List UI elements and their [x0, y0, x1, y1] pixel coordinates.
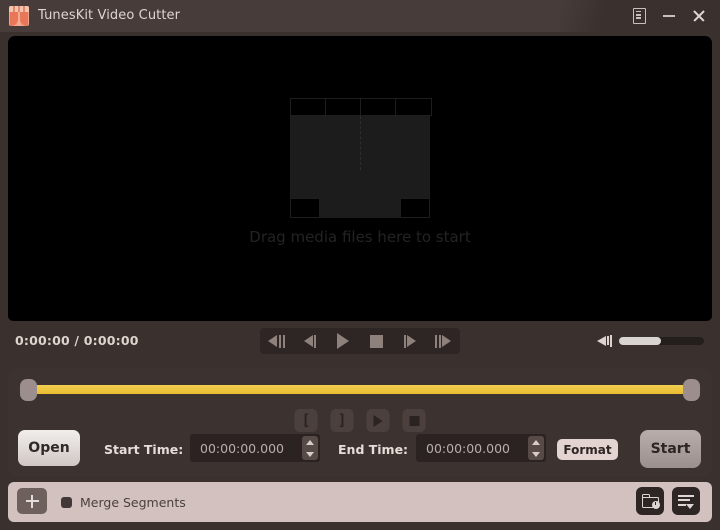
volume-control — [597, 321, 704, 360]
start-time-stepper[interactable] — [302, 436, 318, 460]
end-time-label: End Time: — [338, 442, 408, 457]
list-arrow-icon[interactable] — [672, 487, 700, 515]
drop-hint-text: Drag media files here to start — [8, 228, 712, 246]
start-button[interactable]: Start — [640, 430, 701, 468]
curtain-placeholder-icon — [290, 98, 430, 218]
trim-start-handle[interactable] — [20, 379, 37, 401]
timeline-track — [30, 385, 690, 394]
segment-bar: Merge Segments — [8, 482, 712, 522]
volume-icon[interactable] — [597, 334, 613, 348]
plus-icon — [26, 495, 39, 508]
merge-segments-label: Merge Segments — [80, 495, 186, 510]
stepper-down-icon[interactable] — [532, 452, 540, 457]
video-screen[interactable]: Drag media files here to start — [8, 36, 712, 321]
play-button[interactable] — [330, 330, 356, 352]
app-window: TunesKit Video Cutter Drag media files h… — [0, 0, 720, 530]
end-time-stepper[interactable] — [528, 436, 544, 460]
transport-bar: 0:00:00 / 0:00:00 — [8, 321, 712, 360]
step-forward-fast-button[interactable] — [430, 330, 456, 352]
trim-timeline[interactable] — [20, 379, 700, 401]
step-back-fast-button[interactable] — [264, 330, 290, 352]
format-button[interactable]: Format — [557, 439, 618, 460]
volume-slider[interactable] — [619, 337, 704, 345]
playback-controls — [260, 328, 460, 354]
step-back-button[interactable] — [297, 330, 323, 352]
merge-segments-checkbox[interactable] — [61, 497, 72, 508]
step-forward-button[interactable] — [397, 330, 423, 352]
close-icon[interactable] — [688, 0, 710, 32]
add-segment-button[interactable] — [17, 488, 47, 514]
window-title: TunesKit Video Cutter — [38, 0, 180, 32]
stepper-up-icon[interactable] — [532, 440, 540, 445]
stop-button[interactable] — [364, 330, 390, 352]
folder-clock-icon[interactable] — [636, 487, 664, 515]
time-display: 0:00:00 / 0:00:00 — [15, 321, 139, 360]
curtain-logo-icon — [9, 6, 29, 26]
edit-panel: [ ] Open Start Time: End Time: — [8, 368, 712, 476]
start-time-input[interactable] — [190, 434, 295, 462]
stepper-up-icon[interactable] — [306, 440, 314, 445]
trim-end-handle[interactable] — [683, 379, 700, 401]
end-time-input[interactable] — [416, 434, 521, 462]
volume-fill — [619, 337, 661, 345]
minimize-icon[interactable] — [658, 0, 680, 32]
start-time-label: Start Time: — [104, 442, 183, 457]
edit-controls-row: Open Start Time: End Time: Format Start — [8, 418, 712, 476]
player-panel: Drag media files here to start 0:00:00 /… — [8, 36, 712, 360]
stepper-down-icon[interactable] — [306, 452, 314, 457]
title-bar: TunesKit Video Cutter — [0, 0, 720, 32]
start-time-field[interactable] — [190, 434, 320, 462]
menu-icon[interactable] — [626, 0, 652, 32]
open-button[interactable]: Open — [18, 430, 80, 466]
end-time-field[interactable] — [416, 434, 546, 462]
